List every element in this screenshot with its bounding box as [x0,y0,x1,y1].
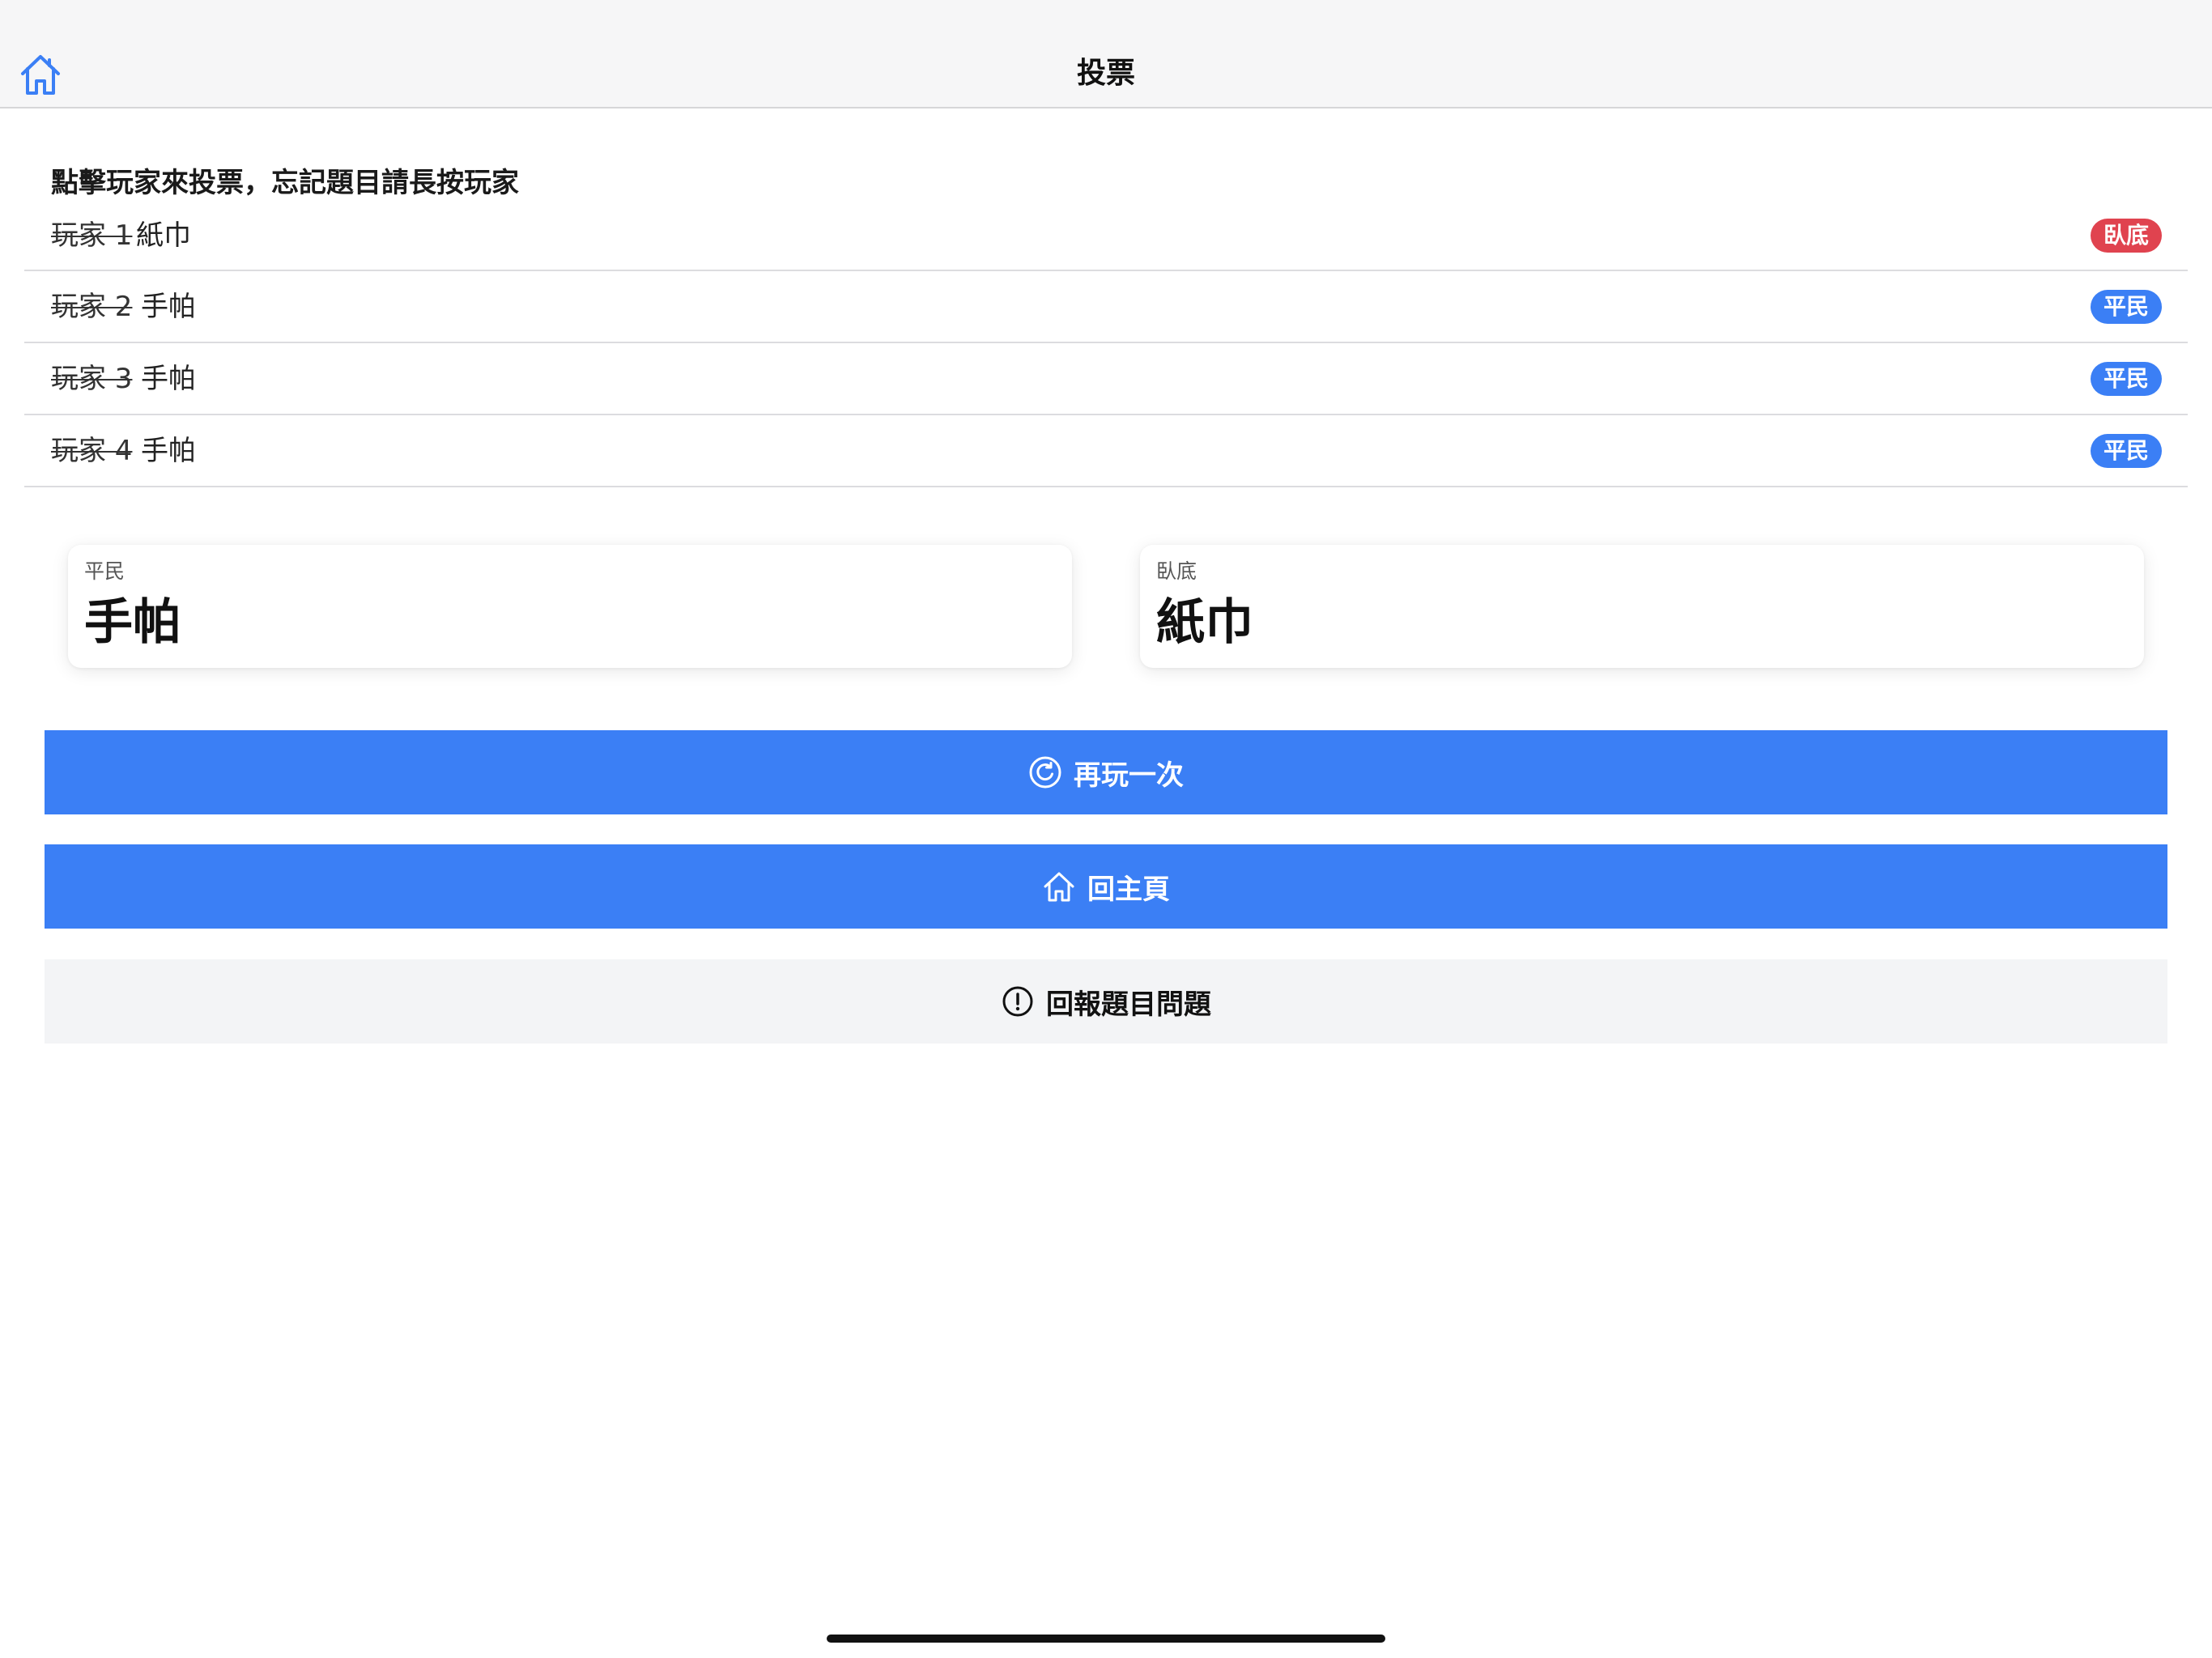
civilian-word-card: 平民 手帕 [68,545,1072,668]
undercover-word-card: 臥底 紙巾 [1140,545,2144,668]
home-icon [1042,869,1076,903]
player-list: 玩家 1 紙巾 臥底 玩家 2 手帕 平民 玩家 3 手帕 平民 玩家 4 手帕… [24,202,2188,487]
role-badge: 平民 [2090,361,2162,396]
play-again-label: 再玩一次 [1074,759,1184,792]
card-role-label: 臥底 [1156,559,1197,583]
report-issue-button[interactable]: 回報題目問題 [45,959,2167,1044]
alert-circle-icon [1001,984,1035,1018]
player-row-3[interactable]: 玩家 3 手帕 平民 [24,343,2188,415]
home-indicator[interactable] [827,1635,1385,1643]
card-word: 手帕 [84,594,181,651]
player-row-4[interactable]: 玩家 4 手帕 平民 [24,415,2188,487]
player-word: 紙巾 [136,219,191,252]
player-word: 手帕 [141,362,196,395]
card-role-label: 平民 [84,559,125,583]
nav-bar: 投票 [0,0,2212,108]
page-title: 投票 [1076,57,1135,90]
player-name: 玩家 3 [51,362,133,395]
role-badge: 平民 [2090,433,2162,468]
player-word: 手帕 [141,434,196,467]
player-name: 玩家 1 [51,219,133,252]
player-row-1[interactable]: 玩家 1 紙巾 臥底 [24,202,2188,271]
role-badge: 平民 [2090,289,2162,324]
player-name: 玩家 2 [51,290,133,323]
play-again-button[interactable]: 再玩一次 [45,730,2167,814]
player-word: 手帕 [141,290,196,323]
home-button[interactable]: 回主頁 [45,844,2167,929]
player-name: 玩家 4 [51,434,133,467]
card-word: 紙巾 [1156,594,1253,651]
role-badge: 臥底 [2090,219,2162,253]
instructions-text: 點擊玩家來投票，忘記題目請長按玩家 [51,167,519,199]
home-button-label: 回主頁 [1087,873,1170,906]
replay-icon [1028,755,1062,789]
player-row-2[interactable]: 玩家 2 手帕 平民 [24,271,2188,343]
report-issue-label: 回報題目問題 [1046,988,1211,1021]
